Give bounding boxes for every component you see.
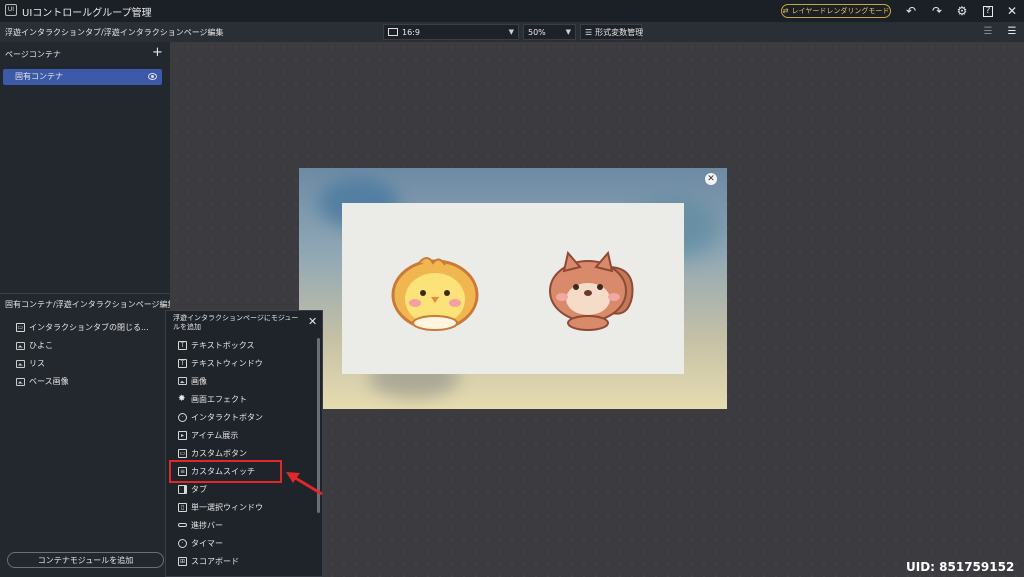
filter-icon[interactable]: ☰: [980, 24, 996, 40]
select-window-icon: ▯: [178, 502, 187, 512]
module-item-label: 単一選択ウィンドウ: [191, 502, 263, 512]
undo-icon[interactable]: ↶: [903, 3, 919, 19]
module-item-label: 画面エフェクト: [191, 394, 247, 404]
chick-image[interactable]: [389, 253, 481, 333]
module-item-text-box[interactable]: T テキストボックス: [178, 338, 255, 352]
module-item-interact-button[interactable]: · インタラクトボタン: [178, 410, 263, 424]
left-panel: ページコンテナ + 固有コンテナ 固有コンテナ/浮遊インタラクションページ編集 …: [0, 42, 176, 577]
tab-icon: [178, 484, 187, 494]
settings-icon[interactable]: ⚙: [954, 3, 970, 19]
module-item-text-window[interactable]: T テキストウィンドウ: [178, 356, 263, 370]
add-icon[interactable]: +: [152, 45, 163, 60]
toolbar: 浮遊インタラクションタブ/浮遊インタラクションページ編集 16:9 ▼ 50% …: [0, 22, 1024, 42]
highlight-box: [169, 460, 282, 483]
module-item-label: テキストウィンドウ: [191, 358, 263, 368]
module-item-progress-bar[interactable]: 進捗バー: [178, 518, 223, 532]
format-variable-label: 形式変数管理: [595, 27, 644, 37]
menu-icon[interactable]: ☰: [1004, 24, 1020, 40]
preview-close-icon[interactable]: ✕: [705, 173, 717, 185]
module-item-label: インタラクトボタン: [191, 412, 263, 422]
module-item-label: 進捗バー: [191, 520, 223, 530]
module-item-label: アイテム展示: [191, 430, 239, 440]
module-item-custom-button[interactable]: ▭ カスタムボタン: [178, 446, 247, 460]
close-icon[interactable]: ✕: [308, 315, 317, 328]
zoom-value: 50%: [528, 27, 546, 37]
eye-icon[interactable]: [148, 73, 157, 80]
monitor-icon: [388, 28, 398, 36]
tree-item-chick[interactable]: ひよこ: [16, 340, 53, 351]
module-item-image[interactable]: 画像: [178, 374, 207, 388]
image-icon: [16, 359, 25, 368]
arrow-icon: [286, 472, 323, 496]
zoom-select[interactable]: 50% ▼: [523, 24, 576, 40]
aspect-ratio-value: 16:9: [402, 27, 420, 37]
module-item-tab[interactable]: タブ: [178, 482, 207, 496]
preview-card: [342, 203, 684, 374]
add-module-modal: 浮遊インタラクションページにモジュールを追加 ✕ T テキストボックス T テキ…: [165, 310, 323, 577]
modal-title: 浮遊インタラクションページにモジュールを追加: [173, 314, 299, 331]
image-icon: [16, 377, 25, 386]
breadcrumb: 浮遊インタラクションタブ/浮遊インタラクションページ編集: [5, 28, 224, 37]
button-icon: ▭: [16, 323, 25, 332]
redo-icon[interactable]: ↷: [929, 3, 945, 19]
module-item-single-select-window[interactable]: ▯ 単一選択ウィンドウ: [178, 500, 263, 514]
module-item-item-display[interactable]: ▸ アイテム展示: [178, 428, 238, 442]
app-logo-icon: UI: [5, 4, 17, 16]
page-container-title: ページコンテナ: [5, 50, 61, 59]
tree-item-label: ベース画像: [29, 377, 69, 386]
chevron-down-icon: ▼: [508, 28, 514, 36]
container-item-label: 固有コンテナ: [15, 72, 63, 81]
aspect-ratio-select[interactable]: 16:9 ▼: [383, 24, 519, 40]
app-title: UIコントロールグループ管理: [22, 8, 152, 19]
scoreboard-icon: ⊞: [178, 556, 187, 566]
tree-item-label: インタラクションタブの閉じる...: [29, 323, 149, 332]
module-item-label: カスタムボタン: [191, 448, 247, 458]
squirrel-image[interactable]: [546, 247, 636, 333]
image-icon: [178, 377, 187, 385]
tree-item-label: リス: [29, 359, 45, 368]
module-item-label: テキストボックス: [191, 340, 255, 350]
item-display-icon: ▸: [178, 430, 187, 440]
edit-section-title: 固有コンテナ/浮遊インタラクションページ編集: [5, 300, 176, 309]
container-item[interactable]: 固有コンテナ: [3, 69, 162, 85]
layered-rendering-mode-button[interactable]: ⇄ レイヤードレンダリングモード: [781, 4, 891, 18]
tree-item-close-button[interactable]: ▭ インタラクションタブの閉じる...: [16, 322, 149, 333]
uid-label: UID: 851759152: [906, 560, 1015, 574]
list-icon: ☰: [585, 27, 593, 37]
module-item-label: タブ: [191, 484, 207, 494]
close-icon[interactable]: ✕: [1004, 3, 1020, 19]
tree-item-base-image[interactable]: ベース画像: [16, 376, 69, 387]
help-icon[interactable]: ?: [980, 3, 996, 19]
interact-button-icon: ·: [178, 412, 187, 422]
timer-icon: ·: [178, 538, 187, 548]
module-item-label: タイマー: [191, 538, 223, 548]
text-window-icon: T: [178, 358, 187, 368]
module-item-scoreboard[interactable]: ⊞ スコアボード: [178, 554, 239, 568]
module-item-screen-effect[interactable]: ✸ 画面エフェクト: [178, 392, 247, 406]
divider: [0, 293, 170, 294]
layered-rendering-mode-label: レイヤードレンダリングモード: [791, 7, 890, 15]
module-item-label: スコアボード: [191, 556, 239, 566]
chevron-down-icon: ▼: [565, 28, 571, 36]
text-box-icon: T: [178, 340, 187, 350]
progress-bar-icon: [178, 523, 187, 527]
swap-icon: ⇄: [782, 7, 789, 15]
format-variable-button[interactable]: ☰ 形式変数管理: [580, 24, 644, 40]
module-item-label: 画像: [191, 376, 207, 386]
image-icon: [16, 341, 25, 350]
add-container-module-button[interactable]: コンテナモジュールを追加: [7, 552, 164, 568]
tree-item-squirrel[interactable]: リス: [16, 358, 45, 369]
sparkle-icon: ✸: [178, 394, 186, 404]
module-item-timer[interactable]: · タイマー: [178, 536, 223, 550]
tree-item-label: ひよこ: [29, 341, 53, 350]
titlebar: UI UIコントロールグループ管理 ⇄ レイヤードレンダリングモード ↶ ↷ ⚙…: [0, 0, 1024, 22]
custom-button-icon: ▭: [178, 448, 187, 458]
